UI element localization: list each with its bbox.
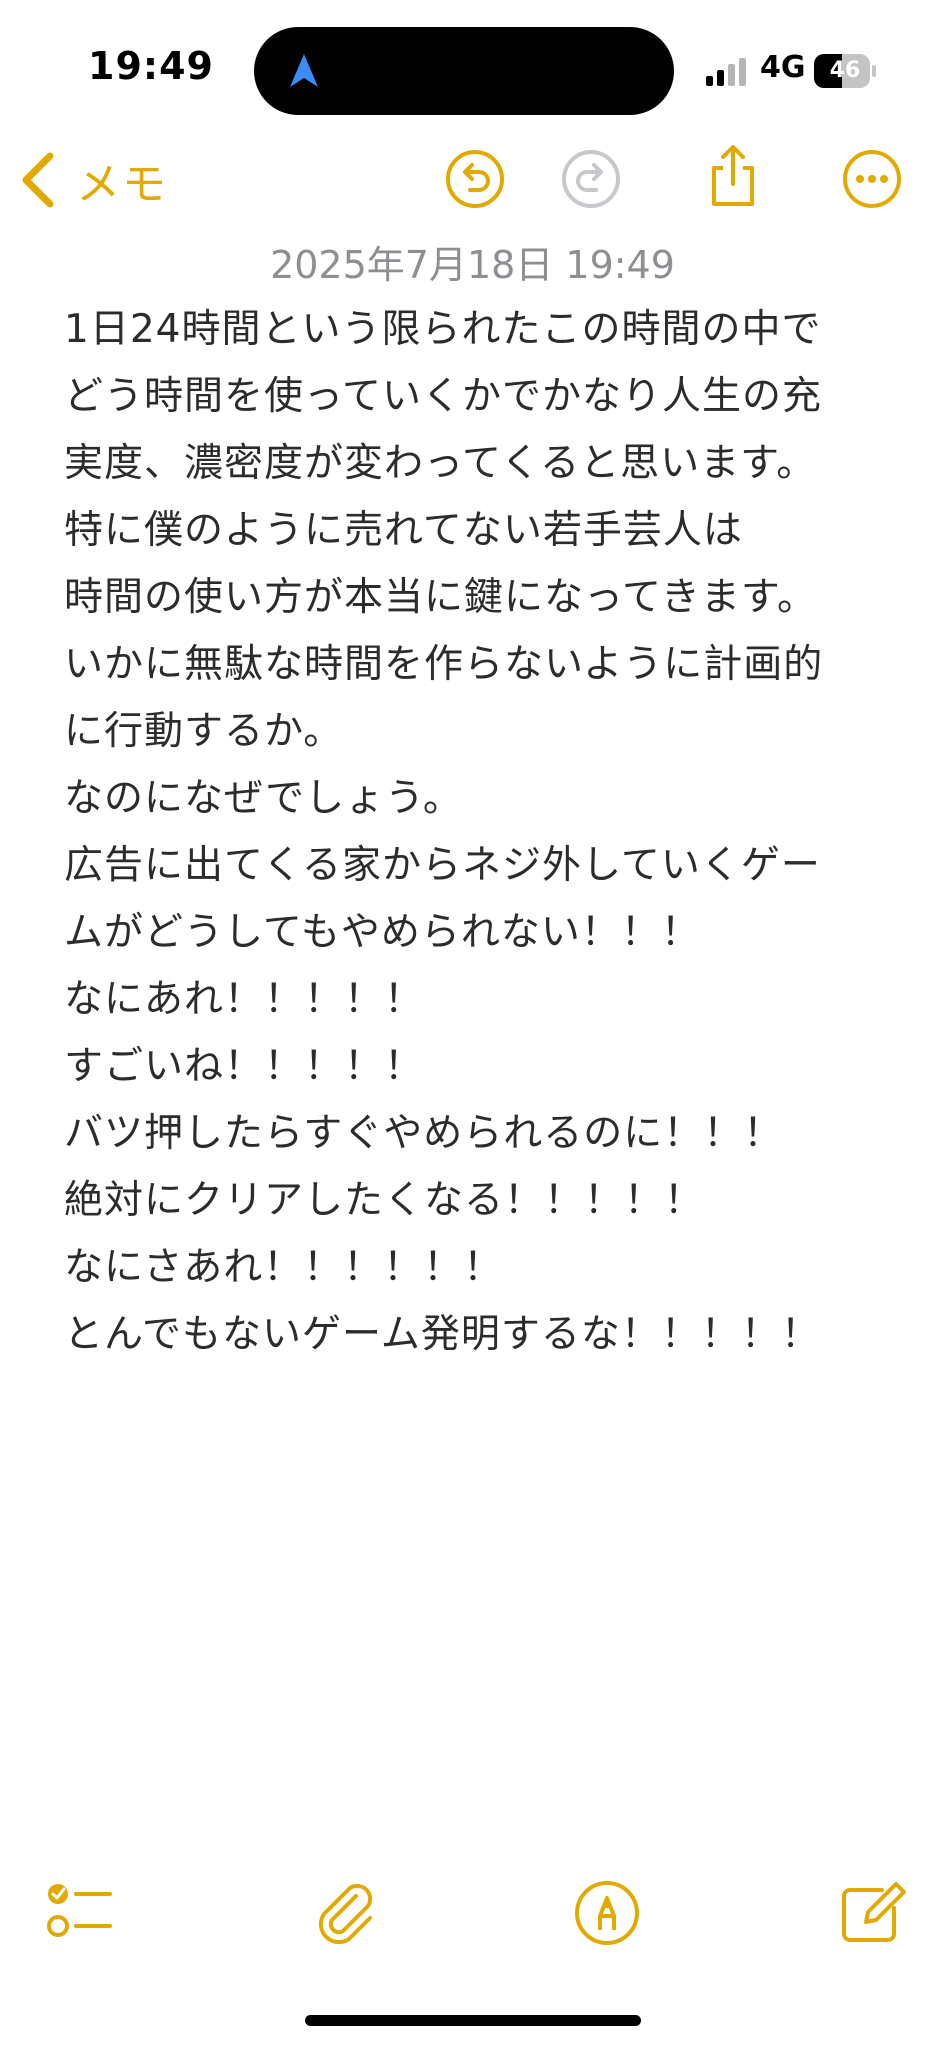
note-line: なにさあれ！！！！！！	[64, 1245, 504, 1290]
markup-button[interactable]	[572, 1878, 642, 1948]
compose-icon	[842, 1882, 906, 1942]
note-line: に行動するか。	[64, 709, 344, 754]
chevron-left-icon	[22, 152, 54, 208]
share-button[interactable]	[702, 144, 764, 206]
undo-icon	[446, 150, 504, 208]
attachment-button[interactable]	[312, 1878, 382, 1948]
note-line: 時間の使い方が本当に鍵になってきます。	[64, 575, 817, 620]
battery-level: 46	[829, 58, 861, 83]
share-icon	[712, 145, 754, 206]
note-line: すごいね！！！！！	[64, 1044, 425, 1089]
note-body[interactable]: 1日24時間という限られたこの時間の中で どう時間を使っていくかでかなり人生の充…	[64, 296, 894, 1368]
note-line: とんでもないゲーム発明するな！！！！！	[64, 1312, 821, 1357]
note-line: 特に僕のように売れてない若手芸人は	[64, 508, 743, 553]
home-indicator	[305, 2015, 641, 2026]
network-type: 4G	[760, 50, 806, 85]
more-icon	[843, 150, 901, 208]
note-line: どう時間を使っていくかでかなり人生の充	[64, 374, 823, 419]
note-line: 広告に出てくる家からネジ外していくゲー	[64, 843, 821, 888]
note-line: バツ押したらすぐやめられるのに！！！	[64, 1111, 784, 1156]
note-line: いかに無駄な時間を作らないように計画的	[64, 642, 824, 687]
note-date: 2025年7月18日 19:49	[270, 243, 675, 287]
paperclip-icon	[318, 1883, 373, 1945]
undo-button[interactable]	[444, 148, 506, 210]
compose-button[interactable]	[836, 1878, 906, 1948]
note-line: 絶対にクリアしたくなる！！！！！	[64, 1178, 705, 1223]
status-time: 19:49	[88, 44, 214, 88]
dynamic-island	[254, 27, 674, 115]
checklist-button[interactable]	[44, 1878, 114, 1948]
note-line: 1日24時間という限られたこの時間の中で	[64, 307, 822, 352]
note-line: なのになぜでしょう。	[64, 776, 463, 821]
location-arrow-icon	[290, 54, 318, 87]
back-label: メモ	[76, 159, 168, 210]
checklist-icon	[47, 1884, 112, 1937]
redo-icon	[562, 150, 620, 208]
cellular-signal-icon	[706, 58, 746, 86]
note-line: 実度、濃密度が変わってくると思います。	[64, 441, 817, 486]
note-line: ムがどうしてもやめられない！！！	[64, 910, 701, 955]
back-button[interactable]: メモ	[18, 148, 168, 212]
note-line: なにあれ！！！！！	[64, 977, 425, 1022]
markup-pen-icon	[575, 1881, 639, 1945]
more-button[interactable]	[841, 148, 903, 210]
redo-button[interactable]	[560, 148, 622, 210]
